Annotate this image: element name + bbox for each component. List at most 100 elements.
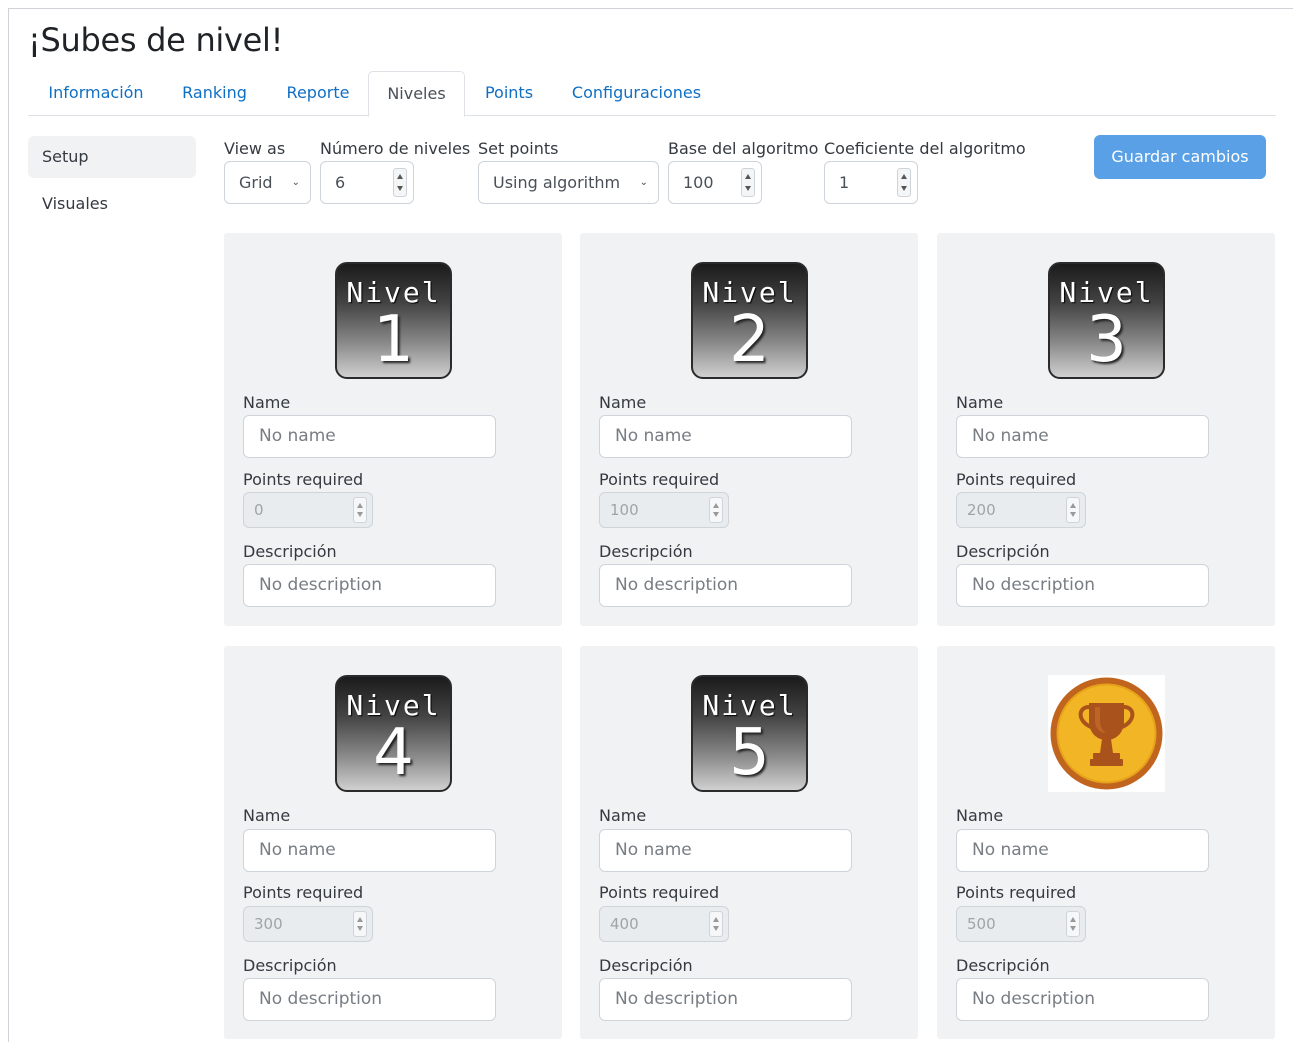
arrow-down-icon (1070, 926, 1076, 931)
name-input[interactable]: No name (243, 415, 496, 458)
save-button[interactable]: Guardar cambios (1094, 135, 1266, 179)
points-input: 400 (599, 906, 729, 942)
tab-ranking[interactable]: Ranking (166, 71, 263, 116)
arrow-up-icon[interactable] (901, 174, 907, 179)
description-input[interactable]: No description (243, 978, 496, 1021)
algo-base-input[interactable]: 100 (668, 161, 762, 204)
tab-points[interactable]: Points (473, 71, 545, 116)
arrow-up-icon[interactable] (397, 174, 403, 179)
algo-coef-input[interactable]: 1 (824, 161, 918, 204)
name-input[interactable]: No name (599, 415, 852, 458)
chevron-down-icon: ⌄ (639, 177, 648, 188)
level-badge-1: Nivel 1 (335, 262, 452, 379)
algo-coef-value: 1 (839, 173, 850, 192)
points-stepper (1066, 497, 1080, 523)
tab-niveles[interactable]: Niveles (368, 71, 465, 117)
arrow-up-icon (713, 503, 719, 508)
name-label: Name (599, 806, 647, 825)
algo-base-value: 100 (683, 173, 714, 192)
view-as-label: View as (224, 139, 286, 158)
points-input: 500 (956, 906, 1086, 942)
description-input[interactable]: No description (599, 978, 852, 1021)
points-value: 500 (967, 915, 996, 933)
num-levels-stepper[interactable] (393, 168, 407, 197)
description-input[interactable]: No description (956, 978, 1209, 1021)
arrow-down-icon (713, 512, 719, 517)
badge-number: 2 (729, 303, 770, 377)
name-input[interactable]: No name (956, 415, 1209, 458)
name-label: Name (599, 393, 647, 412)
points-value: 300 (254, 915, 283, 933)
level-badge-5: Nivel 5 (691, 675, 808, 792)
badge-number: 3 (1086, 303, 1127, 377)
points-value: 400 (610, 915, 639, 933)
badge-number: 1 (373, 303, 414, 377)
level-card-1: Nivel 1 Name No name Points required 0 D… (224, 233, 562, 626)
set-points-select[interactable]: Using algorithm ⌄ (478, 161, 659, 204)
points-input: 100 (599, 492, 729, 528)
description-label: Descripción (956, 956, 1050, 975)
algo-coef-stepper[interactable] (897, 168, 911, 197)
points-stepper (709, 497, 723, 523)
arrow-down-icon (1070, 512, 1076, 517)
points-input: 300 (243, 906, 373, 942)
num-levels-value: 6 (335, 173, 346, 192)
num-levels-input[interactable]: 6 (320, 161, 414, 204)
view-as-select[interactable]: Grid ⌄ (224, 161, 311, 204)
algo-base-stepper[interactable] (741, 168, 755, 197)
sidebar-item-visuales[interactable]: Visuales (28, 183, 196, 225)
points-input: 0 (243, 492, 373, 528)
points-label: Points required (956, 883, 1077, 902)
name-input[interactable]: No name (956, 829, 1209, 872)
points-stepper (353, 911, 367, 937)
description-input[interactable]: No description (956, 564, 1209, 607)
arrow-down-icon (357, 512, 363, 517)
arrow-down-icon[interactable] (397, 186, 403, 191)
num-levels-label: Número de niveles (320, 139, 471, 158)
name-label: Name (243, 393, 291, 412)
tab-informacion[interactable]: Información (28, 71, 164, 116)
name-input[interactable]: No name (243, 829, 496, 872)
name-input[interactable]: No name (599, 829, 852, 872)
arrow-up-icon (357, 503, 363, 508)
trophy-icon (1048, 675, 1165, 792)
description-label: Descripción (243, 542, 337, 561)
points-value: 100 (610, 501, 639, 519)
arrow-down-icon[interactable] (745, 186, 751, 191)
level-badge-2: Nivel 2 (691, 262, 808, 379)
tab-reporte[interactable]: Reporte (272, 71, 364, 116)
level-card-6: Name No name Points required 500 Descrip… (937, 646, 1275, 1039)
set-points-value: Using algorithm (493, 173, 621, 192)
level-card-3: Nivel 3 Name No name Points required 200… (937, 233, 1275, 626)
arrow-up-icon (1070, 917, 1076, 922)
arrow-down-icon (713, 926, 719, 931)
tab-configuraciones[interactable]: Configuraciones (558, 71, 715, 116)
description-label: Descripción (243, 956, 337, 975)
arrow-down-icon (357, 926, 363, 931)
description-input[interactable]: No description (599, 564, 852, 607)
sidebar-item-setup[interactable]: Setup (28, 136, 196, 178)
arrow-down-icon[interactable] (901, 186, 907, 191)
points-label: Points required (243, 470, 364, 489)
description-input[interactable]: No description (243, 564, 496, 607)
points-stepper (353, 497, 367, 523)
description-label: Descripción (599, 542, 693, 561)
algo-base-label: Base del algoritmo (668, 139, 819, 158)
points-label: Points required (599, 883, 720, 902)
points-stepper (1066, 911, 1080, 937)
page-title: ¡Subes de nivel! (28, 21, 284, 59)
points-value: 200 (967, 501, 996, 519)
badge-number: 4 (373, 716, 414, 790)
badge-number: 5 (729, 716, 770, 790)
level-badge-3: Nivel 3 (1048, 262, 1165, 379)
level-badge-4: Nivel 4 (335, 675, 452, 792)
arrow-up-icon[interactable] (745, 174, 751, 179)
points-label: Points required (599, 470, 720, 489)
view-as-value: Grid (239, 173, 273, 192)
level-card-5: Nivel 5 Name No name Points required 400… (580, 646, 918, 1039)
arrow-up-icon (357, 917, 363, 922)
chevron-down-icon: ⌄ (291, 177, 300, 188)
name-label: Name (956, 393, 1004, 412)
points-label: Points required (243, 883, 364, 902)
points-input: 200 (956, 492, 1086, 528)
